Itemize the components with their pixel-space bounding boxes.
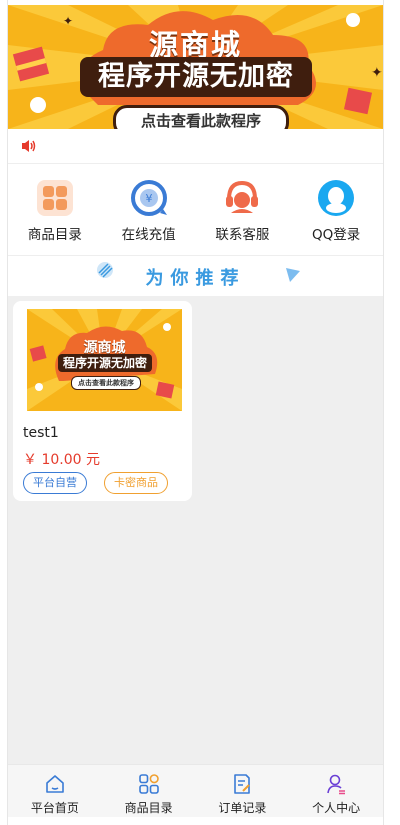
banner-headline: 程序开源无加密 xyxy=(80,57,312,97)
home-icon xyxy=(46,775,64,793)
grid-icon xyxy=(36,180,73,216)
product-thumbnail[interactable]: 源商城 程序开源无加密 点击查看此款程序 xyxy=(27,309,182,411)
product-list: 源商城 程序开源无加密 点击查看此款程序 test1 ￥ 10.00 元 平台自… xyxy=(8,296,383,764)
product-card[interactable]: 源商城 程序开源无加密 点击查看此款程序 test1 ￥ 10.00 元 平台自… xyxy=(13,301,192,501)
tag-self-operated: 平台自营 xyxy=(23,472,87,494)
thumbnail-cta: 点击查看此款程序 xyxy=(71,376,141,390)
svg-text:¥: ¥ xyxy=(145,192,152,205)
user-icon xyxy=(327,774,346,795)
promo-banner[interactable]: ✦ ✦ 源商城 程序开源无加密 点击查看此款程序 xyxy=(8,5,383,129)
quick-nav-recharge[interactable]: ¥ 在线充值 xyxy=(102,164,196,255)
speaker-icon xyxy=(22,140,36,152)
tag-card-key: 卡密商品 xyxy=(104,472,168,494)
quick-nav-label: 商品目录 xyxy=(27,227,82,243)
notice-bar xyxy=(8,129,383,164)
quick-nav-support[interactable]: 联系客服 xyxy=(196,164,290,255)
quick-nav-catalog[interactable]: 商品目录 xyxy=(8,164,102,255)
order-icon xyxy=(234,774,251,794)
recommend-title: 为你推荐 xyxy=(145,268,246,289)
tab-orders[interactable]: 订单记录 xyxy=(196,765,290,817)
app-frame: ✦ ✦ 源商城 程序开源无加密 点击查看此款程序 商品目录 ¥ 在线充值 联系客… xyxy=(7,0,384,825)
tab-label: 商品目录 xyxy=(124,801,173,815)
tab-label: 订单记录 xyxy=(218,801,267,815)
quick-nav-label: 联系客服 xyxy=(215,227,270,243)
banner-cta-button[interactable]: 点击查看此款程序 xyxy=(113,105,289,129)
product-price: ￥ 10.00 元 xyxy=(23,452,100,468)
qq-penguin-icon xyxy=(318,180,355,216)
tab-profile[interactable]: 个人中心 xyxy=(289,765,383,817)
tab-label: 平台首页 xyxy=(30,801,79,815)
tab-catalog[interactable]: 商品目录 xyxy=(102,765,196,817)
headset-icon xyxy=(226,180,259,213)
quick-nav-label: QQ登录 xyxy=(311,227,361,243)
category-icon xyxy=(138,774,159,794)
yuan-coin-icon: ¥ xyxy=(130,180,167,216)
quick-nav-qq-login[interactable]: QQ登录 xyxy=(289,164,383,255)
bottom-tab-bar: 平台首页 商品目录 订单记录 个人中心 xyxy=(8,764,383,817)
decor-triangle-icon xyxy=(286,268,300,282)
quick-nav-label: 在线充值 xyxy=(121,227,176,243)
tab-home[interactable]: 平台首页 xyxy=(8,765,102,817)
recommend-header: 为你推荐 xyxy=(8,256,383,296)
thumbnail-headline: 程序开源无加密 xyxy=(58,354,152,372)
svg-text:✦: ✦ xyxy=(371,65,383,81)
product-name[interactable]: test1 xyxy=(23,425,59,441)
tab-label: 个人中心 xyxy=(312,801,361,815)
quick-nav: 商品目录 ¥ 在线充值 联系客服 QQ登录 xyxy=(8,164,383,256)
